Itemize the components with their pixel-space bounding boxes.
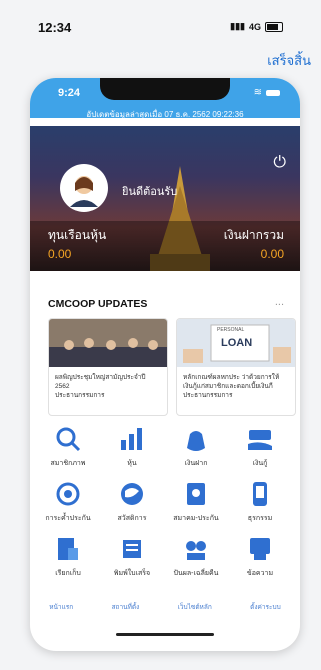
menu-item-3[interactable]: เงินฝาก xyxy=(166,424,226,474)
loan-label: LOAN xyxy=(221,337,253,349)
billing-icon xyxy=(53,534,83,564)
logout-power-icon[interactable]: ⏻ xyxy=(273,154,286,172)
transaction-phone-icon xyxy=(245,479,275,509)
battery-icon xyxy=(265,21,283,32)
money-bag-icon xyxy=(181,424,211,454)
menu-item-label: ข้อความ xyxy=(246,570,274,577)
menu-item-label: เรียกเก็บ xyxy=(55,570,81,577)
share-capital-value: 0.00 xyxy=(48,247,72,261)
last-updated-text: อัปเดตข้อมูลล่าสุดเมื่อ 07 ธ.ค. 2562 09:… xyxy=(86,110,244,119)
phone-mockup: 9:24 ≋ อัปเดตข้อมูลล่าสุดเมื่อ 07 ธ.ค. 2… xyxy=(30,78,300,651)
search-member-icon xyxy=(53,424,83,454)
menu-item-label: ธุรกรรม xyxy=(247,515,273,522)
message-icon xyxy=(245,534,275,564)
update-card-meeting[interactable]: ผลพิญประชุมใหญ่สามัญประจำปี 2562 ประธานก… xyxy=(48,318,168,416)
bottom-tab-bar: หน้าแรก สถานที่ตั้ง เว็บไซต์หลัก ตั้งค่า… xyxy=(30,594,300,620)
phone-battery-icon xyxy=(266,89,280,96)
insurance-icon xyxy=(181,479,211,509)
stock-chart-icon xyxy=(117,424,147,454)
guarantee-icon xyxy=(53,479,83,509)
menu-item-9[interactable]: เรียกเก็บ xyxy=(38,534,98,584)
menu-item-5[interactable]: การะค้ำประกัน xyxy=(38,479,98,529)
receipt-printer-icon xyxy=(117,534,147,564)
menu-item-label: สวัสดิการ xyxy=(117,515,147,522)
os-status-icons: ▮▮▮ 4G xyxy=(230,21,283,32)
menu-item-4[interactable]: เงินกู้ xyxy=(230,424,290,474)
hero-banner: ยินดีต้อนรับ ⏻ ทุนเรือนหุ้น 0.00 เงินฝาก… xyxy=(30,126,300,271)
menu-item-label: หุ้น xyxy=(127,460,137,467)
share-capital-label: ทุนเรือนหุ้น xyxy=(48,228,107,242)
menu-item-label: เงินฝาก xyxy=(184,460,208,467)
welcome-text: ยินดีต้อนรับ xyxy=(122,186,178,198)
phone-notch xyxy=(100,78,230,100)
welfare-globe-icon xyxy=(117,479,147,509)
menu-item-label: เงินกู้ xyxy=(252,460,268,467)
menu-item-label: การะค้ำประกัน xyxy=(45,515,91,522)
total-deposit-label: เงินฝากรวม xyxy=(223,228,284,242)
update-card-loan[interactable]: PERSONAL LOAN หลักเกณฑ์ผลหกประ ว่าด้วยกา… xyxy=(176,318,296,416)
menu-item-7[interactable]: สมาคม-ประกัน xyxy=(166,479,226,529)
menu-item-label: สมาชิกภาพ xyxy=(50,460,86,467)
wifi-icon: ≋ xyxy=(253,87,262,98)
menu-item-label: พิมพ์ใบเสร็จ xyxy=(113,570,151,577)
phone-time: 9:24 xyxy=(58,87,81,99)
phone-status-icons: ≋ xyxy=(254,87,280,98)
menu-item-8[interactable]: ธุรกรรม xyxy=(230,479,290,529)
os-status-bar: 12:34 ▮▮▮ 4G xyxy=(0,0,321,44)
dividend-icon xyxy=(181,534,211,564)
update-card-caption: หลักเกณฑ์ผลหกประ ว่าด้วยการให้เงินกู้แก่… xyxy=(183,374,280,399)
update-card-caption: ผลพิญประชุมใหญ่สามัญประจำปี 2562 ประธานก… xyxy=(55,374,146,399)
avatar[interactable] xyxy=(60,164,108,212)
os-time: 12:34 xyxy=(38,20,72,35)
menu-item-6[interactable]: สวัสดิการ xyxy=(102,479,162,529)
signal-icon: ▮▮▮ xyxy=(230,21,245,31)
menu-item-label: ปันผล-เฉลี่ยคืน xyxy=(173,570,219,577)
tab-location[interactable]: สถานที่ตั้ง xyxy=(112,602,140,612)
menu-item-1[interactable]: สมาชิกภาพ xyxy=(38,424,98,474)
menu-item-2[interactable]: หุ้น xyxy=(102,424,162,474)
menu-item-label: สมาคม-ประกัน xyxy=(173,515,219,522)
home-indicator xyxy=(116,633,214,636)
user-avatar-icon xyxy=(70,176,98,207)
total-deposit-value: 0.00 xyxy=(260,247,284,261)
menu-item-10[interactable]: พิมพ์ใบเสร็จ xyxy=(102,534,162,584)
updates-title: CMCOOP UPDATES xyxy=(48,298,148,310)
tab-website[interactable]: เว็บไซต์หลัก xyxy=(178,602,212,612)
menu-item-11[interactable]: ปันผล-เฉลี่ยคืน xyxy=(166,534,226,584)
tab-settings[interactable]: ตั้งค่าระบบ xyxy=(250,602,281,612)
loan-hand-icon xyxy=(245,424,275,454)
tab-home[interactable]: หน้าแรก xyxy=(49,602,73,612)
done-button[interactable]: เสร็จสิ้น xyxy=(267,50,311,71)
menu-item-12[interactable]: ข้อความ xyxy=(230,534,290,584)
more-options-icon[interactable]: ... xyxy=(275,296,284,308)
personal-label: PERSONAL xyxy=(217,327,245,333)
carrier-label: 4G xyxy=(248,21,261,32)
meeting-photo xyxy=(49,319,167,367)
